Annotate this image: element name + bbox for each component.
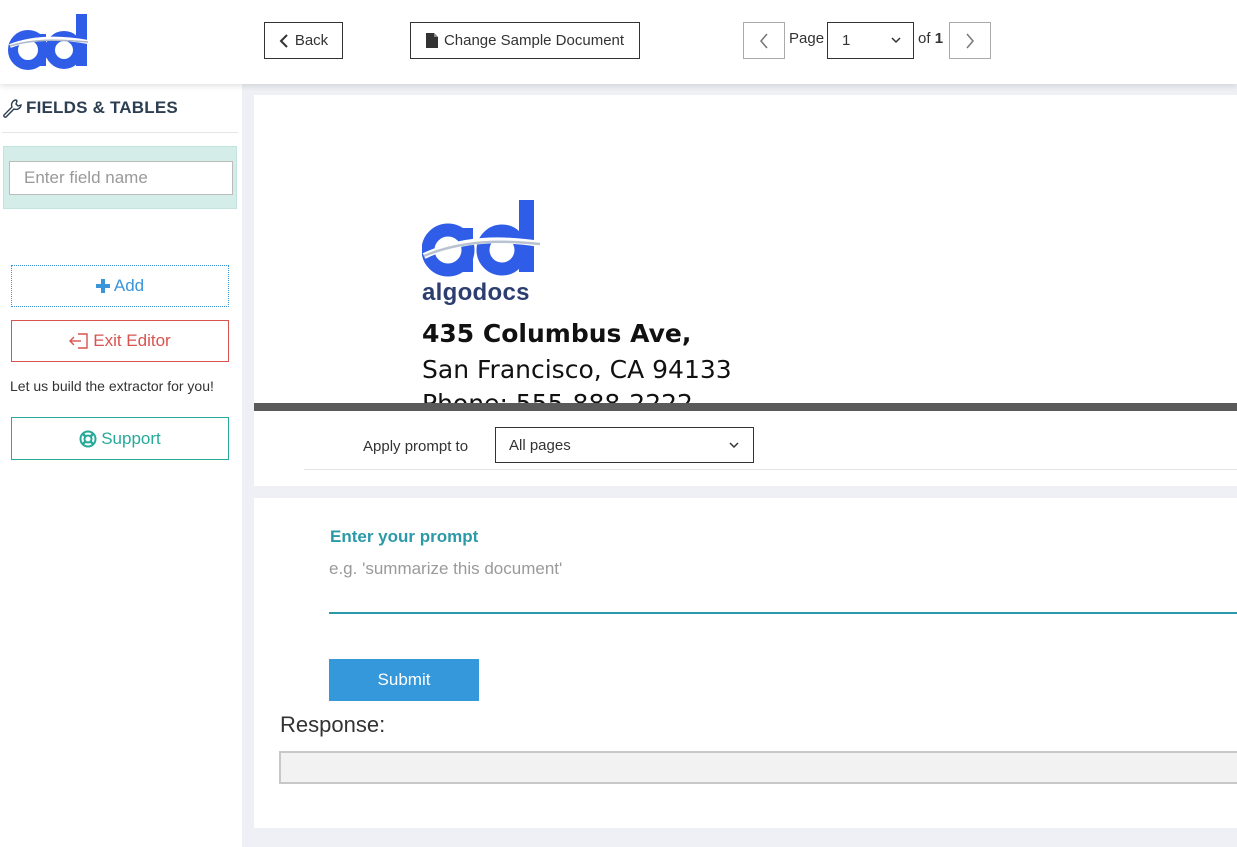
chevron-right-icon bbox=[966, 33, 974, 48]
lifebuoy-icon bbox=[79, 430, 97, 447]
field-name-container bbox=[3, 146, 237, 209]
field-name-input[interactable] bbox=[9, 161, 233, 195]
add-field-button[interactable]: Add bbox=[11, 265, 229, 307]
sidebar-title: FIELDS & TABLES bbox=[2, 98, 178, 118]
change-sample-document-button[interactable]: Change Sample Document bbox=[410, 22, 640, 59]
apply-pages-select[interactable]: All pages bbox=[495, 427, 754, 463]
chevron-left-icon bbox=[760, 33, 768, 48]
page-value: 1 bbox=[842, 32, 851, 49]
chevron-down-icon bbox=[729, 441, 739, 448]
chevron-left-icon bbox=[279, 33, 288, 48]
page-select[interactable]: 1 bbox=[827, 22, 914, 59]
chevron-down-icon bbox=[891, 37, 901, 44]
back-label: Back bbox=[294, 32, 329, 49]
file-icon bbox=[425, 33, 438, 48]
apply-prompt-panel: Apply prompt to All pages bbox=[254, 411, 1237, 486]
document-preview: algodocs 435 Columbus Ave, San Francisco… bbox=[254, 95, 1237, 403]
prompt-panel: Enter your prompt Submit Response: bbox=[254, 498, 1237, 828]
prompt-input[interactable] bbox=[329, 554, 1237, 614]
prompt-label: Enter your prompt bbox=[330, 527, 479, 546]
sidebar-divider bbox=[2, 132, 238, 133]
change-document-label: Change Sample Document bbox=[443, 32, 625, 49]
panel-splitter[interactable] bbox=[254, 403, 1237, 411]
back-button[interactable]: Back bbox=[264, 22, 343, 59]
previous-page-button[interactable] bbox=[743, 22, 785, 59]
algodocs-logo bbox=[422, 200, 541, 277]
fields-sidebar: FIELDS & TABLES Add Exit Editor Let us b… bbox=[0, 84, 242, 847]
plus-icon bbox=[95, 279, 110, 293]
page-count: of 1 bbox=[918, 30, 944, 47]
response-label: Response: bbox=[280, 712, 386, 737]
document-phone-line: Phone: 555-888-2222 bbox=[422, 389, 693, 403]
page-label: Page bbox=[789, 30, 825, 47]
document-city-line: San Francisco, CA 94133 bbox=[422, 355, 732, 384]
apply-divider bbox=[304, 469, 1237, 470]
apply-selected-value: All pages bbox=[509, 436, 571, 454]
support-button[interactable]: Support bbox=[11, 417, 229, 460]
submit-button[interactable]: Submit bbox=[329, 659, 479, 701]
response-output[interactable] bbox=[279, 751, 1237, 784]
document-address-line: 435 Columbus Ave, bbox=[422, 319, 692, 348]
next-page-button[interactable] bbox=[949, 22, 991, 59]
ad-logo[interactable] bbox=[8, 12, 90, 70]
sign-out-icon bbox=[69, 333, 88, 349]
apply-prompt-label: Apply prompt to bbox=[363, 438, 469, 455]
wrench-icon bbox=[3, 99, 22, 118]
exit-editor-button[interactable]: Exit Editor bbox=[11, 320, 229, 362]
top-toolbar: Back Change Sample Document Page 1 of 1 bbox=[0, 0, 1237, 84]
document-brand: algodocs bbox=[422, 279, 530, 306]
build-extractor-text: Let us build the extractor for you! bbox=[10, 378, 214, 394]
